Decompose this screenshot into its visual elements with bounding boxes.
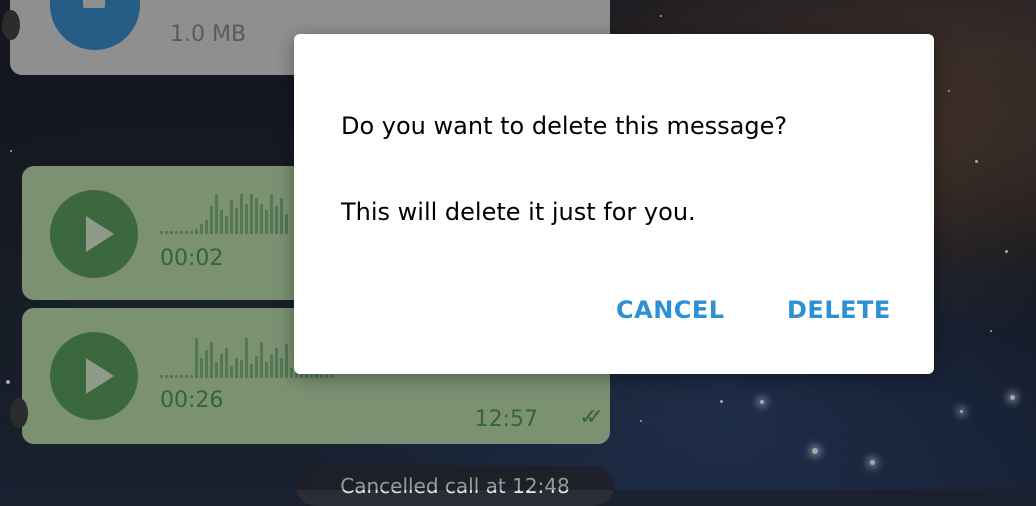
dialog-title: Do you want to delete this message?: [341, 112, 788, 140]
dialog-description: This will delete it just for you.: [341, 198, 696, 226]
cancel-button[interactable]: CANCEL: [616, 296, 725, 324]
delete-button[interactable]: DELETE: [787, 296, 891, 324]
delete-dialog: Do you want to delete this message? This…: [294, 34, 934, 374]
